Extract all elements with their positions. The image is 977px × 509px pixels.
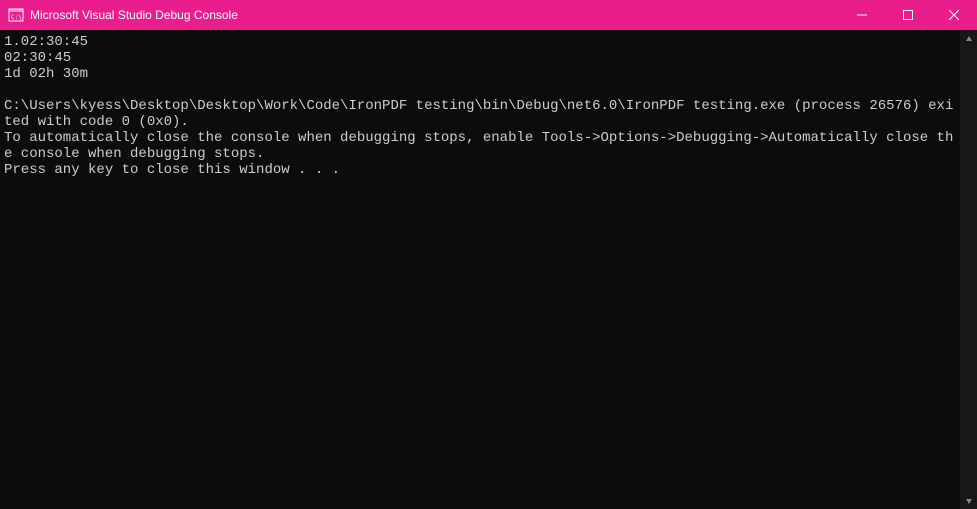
console-output[interactable]: 1.02:30:45 02:30:45 1d 02h 30m C:\Users\… — [0, 30, 960, 509]
vertical-scrollbar[interactable] — [960, 30, 977, 509]
close-button[interactable] — [931, 0, 977, 30]
app-icon: C:\ — [8, 7, 24, 23]
maximize-button[interactable] — [885, 0, 931, 30]
titlebar: C:\ Microsoft Visual Studio Debug Consol… — [0, 0, 977, 30]
minimize-button[interactable] — [839, 0, 885, 30]
console-area: 1.02:30:45 02:30:45 1d 02h 30m C:\Users\… — [0, 30, 977, 509]
window-title: Microsoft Visual Studio Debug Console — [30, 8, 839, 22]
scroll-down-arrow[interactable] — [960, 492, 977, 509]
scroll-up-arrow[interactable] — [960, 30, 977, 47]
window-controls — [839, 0, 977, 30]
svg-text:C:\: C:\ — [11, 14, 22, 21]
